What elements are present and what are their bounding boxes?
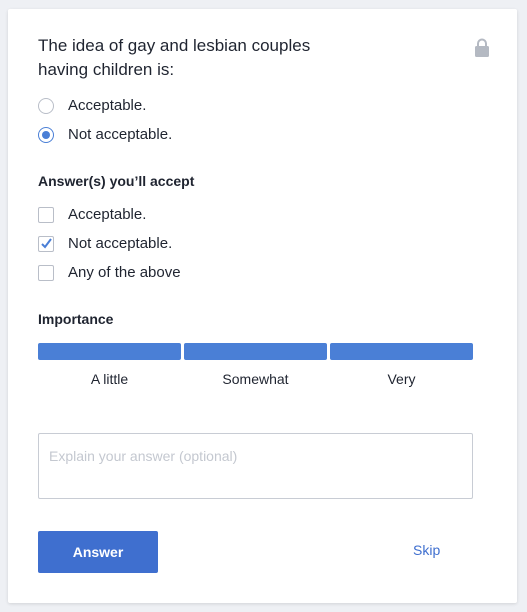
importance-bar xyxy=(38,343,473,360)
importance-labels: A little Somewhat Very xyxy=(38,371,473,387)
accept-heading: Answer(s) you’ll accept xyxy=(38,173,195,189)
checkbox-acceptable[interactable] xyxy=(38,206,54,223)
importance-label-somewhat[interactable]: Somewhat xyxy=(184,371,327,387)
answer-button[interactable]: Answer xyxy=(38,531,158,573)
question-text: The idea of gay and lesbian couples havi… xyxy=(38,36,311,79)
my-answer-option-not-acceptable[interactable]: Not acceptable. xyxy=(38,126,172,143)
importance-label-very[interactable]: Very xyxy=(330,371,473,387)
explain-answer-input[interactable] xyxy=(38,433,473,499)
importance-segment-a-little[interactable] xyxy=(38,343,181,360)
accept-option-acceptable[interactable]: Acceptable. xyxy=(38,206,146,223)
accept-label-any: Any of the above xyxy=(68,264,181,281)
question-card: The idea of gay and lesbian couples havi… xyxy=(8,9,517,603)
my-answer-option-acceptable[interactable]: Acceptable. xyxy=(38,97,146,114)
importance-segment-very[interactable] xyxy=(330,343,473,360)
accept-label-not-acceptable: Not acceptable. xyxy=(68,235,173,252)
checkbox-any[interactable] xyxy=(38,264,54,281)
importance-heading: Importance xyxy=(38,311,114,327)
my-answer-label-not-acceptable: Not acceptable. xyxy=(68,126,173,143)
skip-button[interactable]: Skip xyxy=(413,542,440,558)
accept-option-any[interactable]: Any of the above xyxy=(38,264,181,281)
radio-acceptable[interactable] xyxy=(38,97,54,114)
radio-not-acceptable[interactable] xyxy=(38,126,54,143)
importance-segment-somewhat[interactable] xyxy=(184,343,327,360)
lock-icon xyxy=(475,38,489,57)
checkbox-not-acceptable[interactable] xyxy=(38,235,54,252)
checkmark-icon xyxy=(41,237,52,249)
accept-option-not-acceptable[interactable]: Not acceptable. xyxy=(38,235,172,252)
my-answer-label-acceptable: Acceptable. xyxy=(68,97,147,114)
accept-label-acceptable: Acceptable. xyxy=(68,206,147,223)
importance-label-a-little[interactable]: A little xyxy=(38,371,181,387)
